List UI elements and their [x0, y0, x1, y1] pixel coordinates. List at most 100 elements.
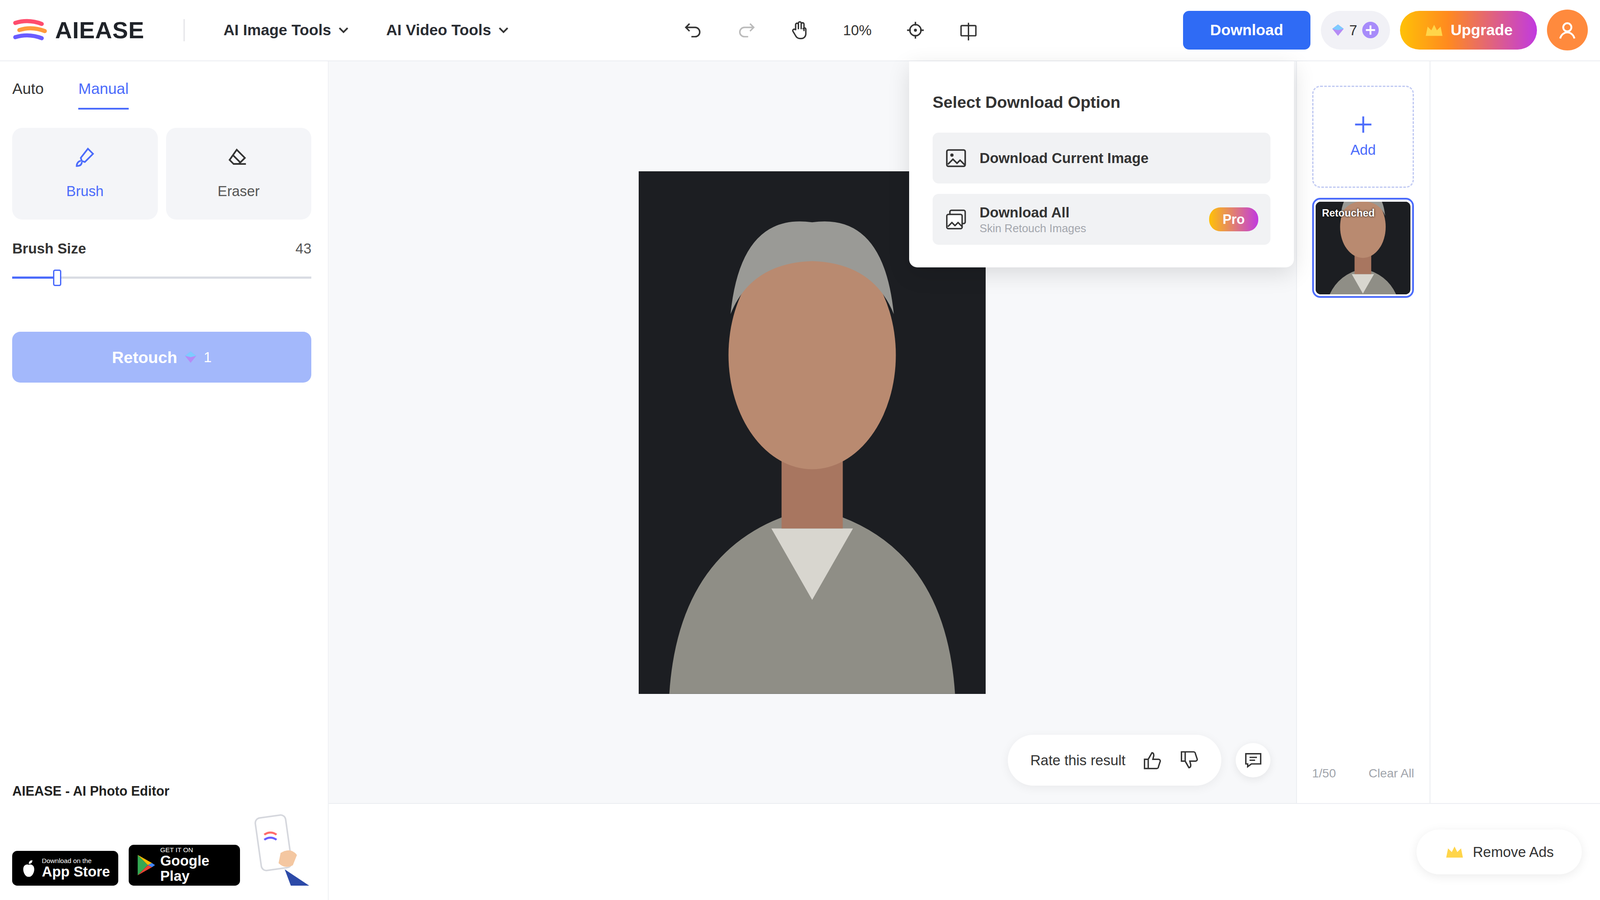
brush-size-label: Brush Size	[12, 237, 87, 260]
left-panel: Auto Manual BrushEraser Brush Size43 Retouch…	[0, 61, 329, 900]
bottom-strip: Remove Ads	[328, 803, 1600, 900]
store-text: GET IT ONGoogle Play	[160, 846, 233, 884]
avatar[interactable]	[1546, 9, 1588, 51]
plus-icon	[1353, 114, 1374, 135]
remove-ads-button[interactable]: Remove Ads	[1416, 829, 1582, 875]
add-label: Add	[1350, 139, 1376, 161]
mode-tabs: Auto Manual	[12, 77, 312, 110]
nav-menu[interactable]: AI Image Tools	[223, 18, 350, 42]
target-icon	[905, 20, 926, 41]
top-bar: AIEASE AI Image Tools AI Video Tools 10% Dow…	[0, 0, 1600, 62]
account-actions: Download7Upgrade	[1183, 9, 1588, 51]
option-label: Download Current Image	[979, 149, 1259, 167]
logo-icon	[12, 17, 49, 43]
logo[interactable]: AIEASE	[12, 12, 184, 48]
credits[interactable]: 7	[1320, 10, 1390, 50]
phone-hand-icon	[250, 812, 312, 886]
remove-ads-label: Remove Ads	[1472, 841, 1554, 863]
download-menu: Select Download OptionDownload Current I…	[909, 61, 1294, 268]
promo-title: AIEASE - AI Photo Editor	[12, 781, 312, 802]
store-small: GET IT ON	[160, 846, 233, 854]
crown-icon	[1444, 843, 1465, 861]
chat-icon	[1243, 750, 1264, 771]
upgrade-button[interactable]: Upgrade	[1400, 10, 1537, 50]
target-icon[interactable]	[905, 20, 926, 41]
google-play-icon	[135, 853, 157, 877]
thumbs-up-icon	[1141, 750, 1163, 771]
rating-row: Rate this result	[1007, 734, 1271, 786]
rating-bar: Rate this result	[1007, 734, 1222, 786]
pro-badge: Pro	[1209, 207, 1259, 232]
option-text: Download AllSkin Retouch Images	[979, 203, 1197, 236]
option-subtitle: Skin Retouch Images	[979, 221, 1197, 236]
diamond-icon	[183, 350, 198, 365]
plus-icon	[1361, 20, 1380, 40]
chevron-down-icon	[497, 23, 510, 37]
crown-icon	[1423, 22, 1445, 39]
thumbnail-label: Retouched	[1322, 205, 1375, 221]
google-play-icon	[135, 853, 157, 877]
phone-hand-icon	[250, 812, 312, 886]
nav-menus: AI Image Tools AI Video Tools	[223, 18, 510, 42]
hand-icon	[789, 20, 810, 41]
eraser-icon	[226, 145, 251, 170]
brush-icon	[72, 145, 97, 170]
clear-all-button[interactable]: Clear All	[1368, 764, 1415, 783]
store-badge[interactable]: Download on theApp Store	[12, 850, 119, 886]
rating-label: Rate this result	[1030, 749, 1126, 771]
brush-icon	[72, 145, 97, 170]
thumbs-down-icon	[1178, 750, 1200, 771]
plus-icon	[1353, 114, 1374, 135]
download-button[interactable]: Download	[1183, 10, 1311, 50]
tool-row: BrushEraser	[12, 127, 312, 220]
blank-area	[1430, 61, 1600, 804]
images-icon	[944, 208, 968, 231]
images-icon	[944, 208, 968, 231]
undo-icon	[683, 20, 704, 41]
slider-thumb[interactable]	[53, 269, 62, 287]
nav-menu[interactable]: AI Video Tools	[386, 18, 510, 42]
mode-tab[interactable]: Manual	[78, 77, 129, 110]
thumbs-up-icon[interactable]	[1141, 750, 1163, 771]
retouch-button[interactable]: Retouch1	[12, 331, 312, 383]
divider	[183, 19, 185, 42]
store-small: Download on the	[41, 857, 110, 865]
app-window: AIEASE AI Image Tools AI Video Tools 10% Dow…	[0, 0, 1600, 900]
image-counter: 1/50	[1312, 764, 1337, 783]
option-label: Download All	[979, 203, 1197, 222]
store-name: App Store	[41, 864, 110, 880]
add-button[interactable]: Add	[1312, 85, 1415, 188]
tool-card[interactable]: Eraser	[166, 127, 312, 220]
download-option[interactable]: Download Current Image	[932, 132, 1271, 184]
redo-icon[interactable]	[736, 20, 757, 41]
store-name: Google Play	[160, 853, 233, 884]
store-badge[interactable]: GET IT ONGoogle Play	[128, 844, 240, 886]
retouch-label: Retouch	[111, 345, 177, 370]
mode-tab[interactable]: Auto	[12, 77, 44, 110]
gallery-footer: 1/50 Clear All	[1312, 764, 1415, 783]
brush-size-row: Brush Size43	[12, 237, 312, 260]
logo-icon	[12, 17, 49, 43]
crown-icon	[1444, 843, 1465, 861]
tool-card[interactable]: Brush	[12, 127, 158, 220]
plus-icon	[1353, 112, 1374, 140]
hand-icon[interactable]	[789, 20, 810, 41]
undo-icon[interactable]	[683, 20, 704, 41]
apple-icon	[19, 858, 38, 879]
feedback-button[interactable]	[1235, 743, 1271, 778]
gallery-thumbnail[interactable]: Retouched	[1312, 197, 1415, 298]
redo-icon	[736, 20, 757, 41]
chat-icon	[1243, 750, 1264, 771]
image-icon	[944, 146, 968, 170]
chevron-down-icon	[337, 23, 350, 37]
thumbs-down-icon[interactable]	[1178, 750, 1200, 771]
diamond-icon	[1330, 23, 1346, 38]
download-option[interactable]: Download AllSkin Retouch Images Pro	[932, 193, 1271, 245]
gallery-panel: Add Retouched 1/50 Clear All	[1296, 61, 1431, 804]
zoom-level[interactable]: 10%	[842, 19, 873, 41]
diamond-icon	[1330, 23, 1346, 38]
app-promo: AIEASE - AI Photo Editor Download on theA…	[12, 781, 312, 900]
brush-size-slider[interactable]	[12, 276, 312, 279]
compare-icon[interactable]	[958, 20, 979, 41]
compare-icon	[958, 20, 979, 41]
